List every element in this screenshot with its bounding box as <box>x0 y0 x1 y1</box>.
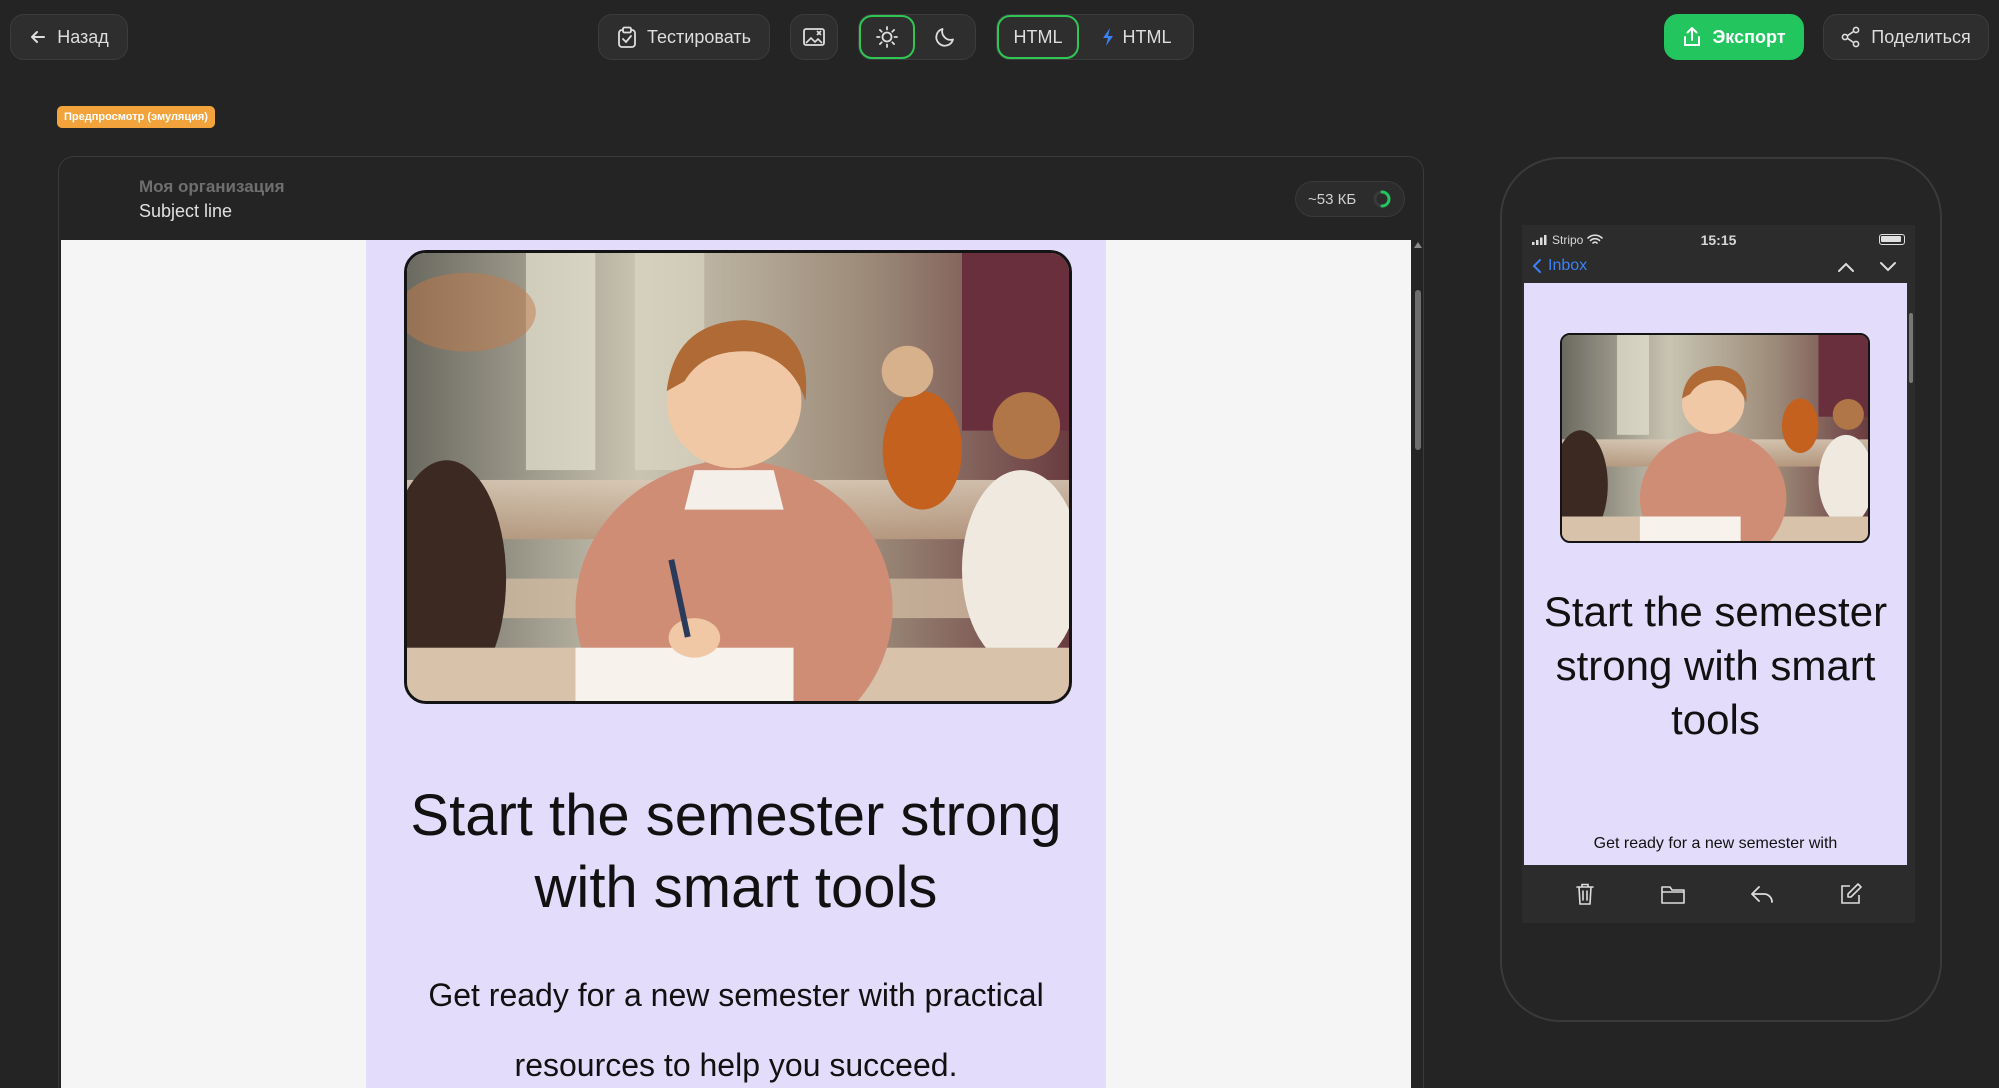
mobile-scrollbar-thumb[interactable] <box>1909 313 1913 383</box>
reply-icon[interactable] <box>1749 883 1775 905</box>
test-button[interactable]: Тестировать <box>598 14 770 60</box>
lightning-icon <box>1102 28 1113 46</box>
html-format-label: HTML <box>1013 26 1063 47</box>
export-button[interactable]: Экспорт <box>1664 14 1804 60</box>
back-label: Назад <box>57 26 109 47</box>
back-button[interactable]: Назад <box>10 14 128 60</box>
mobile-preview: Stripo 15:15 Inbox Start the semester st… <box>1500 157 1942 1022</box>
preview-scrollbar[interactable] <box>1411 240 1423 1088</box>
html-format-button[interactable]: HTML <box>997 15 1079 59</box>
email-content: Start the semester strong with smart too… <box>366 240 1106 1088</box>
email-canvas: Start the semester strong with smart too… <box>61 240 1411 1088</box>
light-theme-button[interactable] <box>859 15 915 59</box>
mobile-hero-image <box>1560 333 1870 543</box>
mobile-email-content: Start the semester strong with smart too… <box>1524 283 1907 865</box>
mail-toolbar <box>1522 865 1915 923</box>
sun-icon <box>876 26 898 48</box>
folder-icon[interactable] <box>1660 883 1686 905</box>
battery-icon <box>1879 234 1905 245</box>
email-header: Моя организация Subject line ~53 КБ <box>59 157 1423 240</box>
mobile-email-heading: Start the semester strong with smart too… <box>1543 588 1888 743</box>
chevron-down-icon[interactable] <box>1879 261 1897 273</box>
desktop-preview: Моя организация Subject line ~53 КБ Star… <box>58 156 1424 1088</box>
compose-icon[interactable] <box>1839 882 1863 906</box>
email-body-text: Get ready for a new semester with practi… <box>428 977 1044 1083</box>
share-button[interactable]: Поделиться <box>1823 14 1989 60</box>
chevron-up-icon[interactable] <box>1837 261 1855 273</box>
chevron-left-icon <box>1532 259 1541 273</box>
share-icon <box>1841 26 1860 48</box>
progress-ring-icon <box>1373 190 1391 208</box>
inbox-label: Inbox <box>1548 257 1588 274</box>
export-icon <box>1684 27 1701 46</box>
theme-toggle <box>858 14 976 60</box>
export-label: Экспорт <box>1712 26 1786 47</box>
trash-icon[interactable] <box>1574 882 1596 906</box>
mobile-scrollbar[interactable] <box>1907 283 1915 865</box>
hero-image <box>404 250 1072 704</box>
image-toggle-button[interactable] <box>790 14 838 60</box>
scroll-up-arrow[interactable] <box>1414 242 1422 248</box>
inbox-back-button[interactable]: Inbox <box>1532 257 1587 275</box>
clipboard-check-icon <box>618 26 636 48</box>
amp-html-format-button[interactable]: HTML <box>1081 15 1191 59</box>
email-heading: Start the semester strong with smart too… <box>410 783 1062 920</box>
email-size-label: ~53 КБ <box>1308 190 1357 208</box>
test-label: Тестировать <box>647 26 751 47</box>
share-label: Поделиться <box>1871 26 1971 47</box>
image-off-icon <box>803 28 825 46</box>
phone-screen: Stripo 15:15 Inbox Start the semester st… <box>1522 225 1915 923</box>
arrow-left-icon <box>31 31 46 43</box>
subject-line: Subject line <box>139 201 233 221</box>
email-size-indicator: ~53 КБ <box>1295 181 1405 217</box>
dark-theme-button[interactable] <box>917 15 973 59</box>
status-time: 15:15 <box>1700 232 1737 248</box>
preview-emulation-badge: Предпросмотр (эмуляция) <box>57 106 215 128</box>
amp-html-format-label: HTML <box>1122 26 1172 47</box>
mobile-email-snippet: Get ready for a new semester with <box>1593 835 1838 852</box>
organization-name: Моя организация <box>139 177 285 196</box>
status-bar: Stripo 15:15 <box>1522 225 1915 253</box>
format-toggle: HTML HTML <box>996 14 1194 60</box>
mail-navbar: Inbox <box>1522 253 1915 283</box>
moon-icon <box>935 28 954 47</box>
scrollbar-thumb[interactable] <box>1415 290 1421 450</box>
